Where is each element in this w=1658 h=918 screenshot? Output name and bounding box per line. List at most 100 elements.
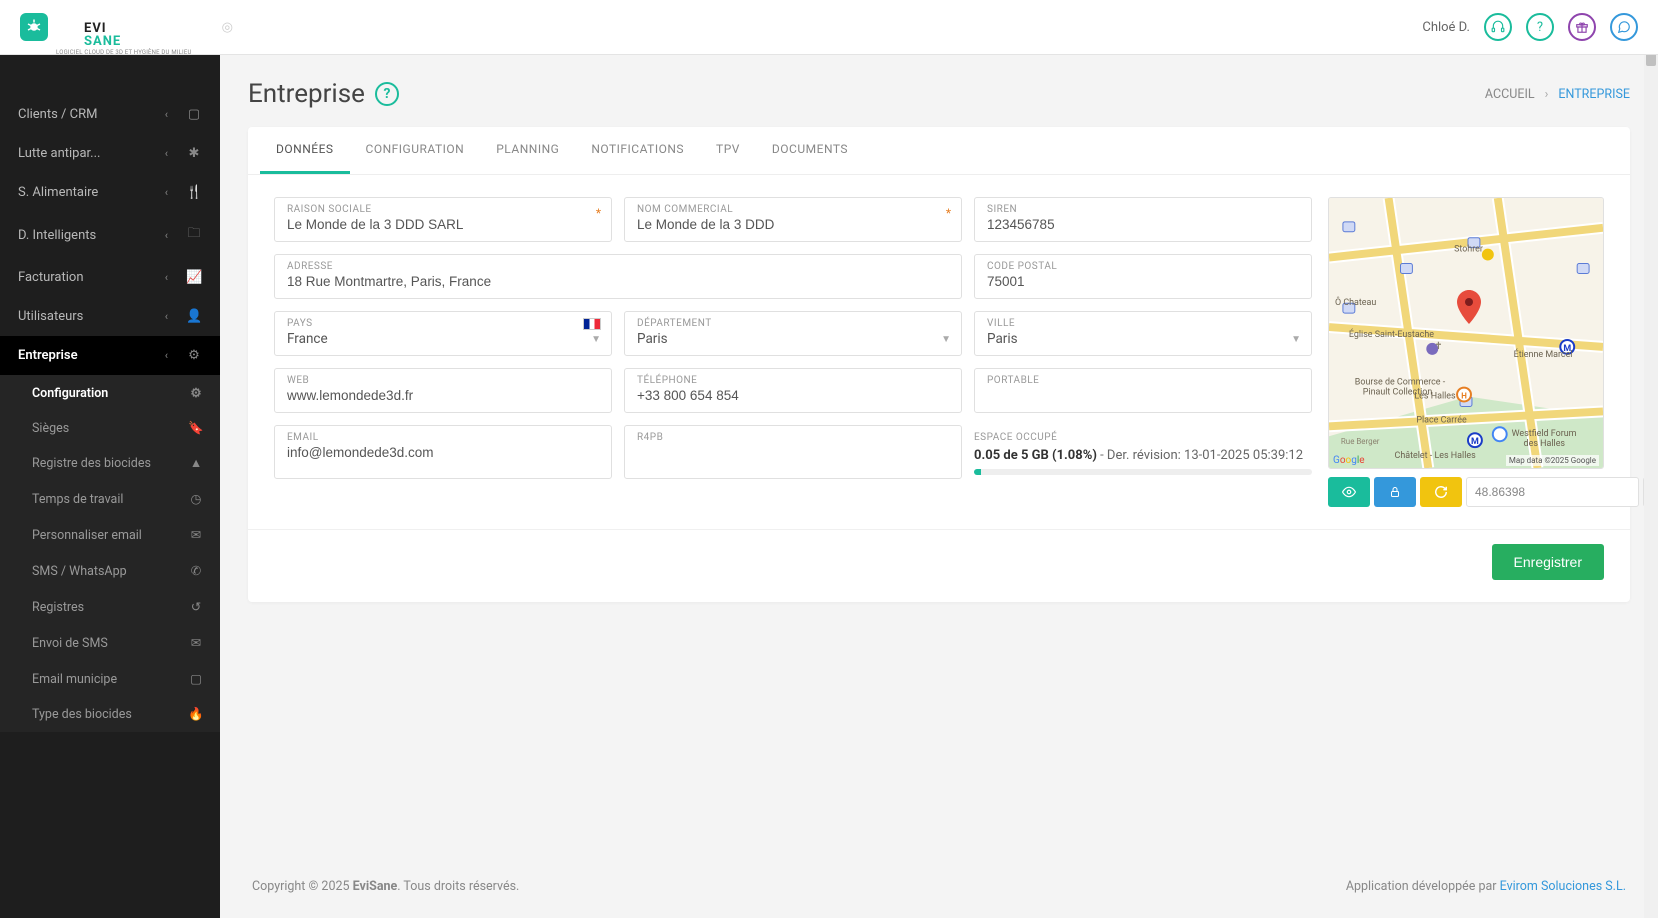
logo-text-2: SANE <box>84 35 164 48</box>
svg-text:Les Halles: Les Halles <box>1414 392 1456 402</box>
sub-envoi-sms[interactable]: Envoi de SMS✉ <box>0 625 220 661</box>
field-email[interactable]: EMAIL <box>274 425 612 479</box>
portable-input[interactable] <box>987 386 1299 403</box>
breadcrumb-home[interactable]: ACCUEIL <box>1485 87 1535 102</box>
sidebar-item-utilisateurs[interactable]: Utilisateurs‹👤 <box>0 297 220 336</box>
map-attribution: Map data ©2025 Google <box>1506 455 1599 466</box>
web-input[interactable] <box>287 386 599 403</box>
ville-select[interactable]: Paris <box>987 329 1299 347</box>
footer-link[interactable]: Evirom Soluciones S.L. <box>1500 879 1626 894</box>
progress-bar <box>974 469 1312 475</box>
chevron-right-icon: › <box>1545 87 1549 102</box>
telephone-input[interactable] <box>637 386 949 403</box>
raison-sociale-input[interactable] <box>287 215 599 232</box>
tab-donnees[interactable]: DONNÉES <box>260 127 350 174</box>
pays-select[interactable]: France <box>287 329 599 347</box>
field-web[interactable]: WEB <box>274 368 612 413</box>
field-nom-commercial[interactable]: NOM COMMERCIAL * <box>624 197 962 242</box>
chevron-left-icon: ‹ <box>165 229 168 242</box>
tab-tpv[interactable]: TPV <box>700 127 756 174</box>
map-lock-button[interactable] <box>1374 477 1416 507</box>
sidebar-item-entreprise[interactable]: Entreprise‹⚙ <box>0 336 220 375</box>
logo-subtitle: LOGICIEL CLOUD DE 3D ET HYGIÈNE DU MILIE… <box>56 50 192 56</box>
save-button[interactable]: Enregistrer <box>1492 544 1604 580</box>
code-postal-input[interactable] <box>987 272 1299 289</box>
flag-france-icon <box>583 318 601 330</box>
chat-icon[interactable] <box>1610 13 1638 41</box>
headset-icon[interactable] <box>1484 13 1512 41</box>
help-icon[interactable]: ? <box>1526 13 1554 41</box>
chart-icon: 📈 <box>186 270 202 285</box>
field-pays[interactable]: PAYS France ▼ <box>274 311 612 356</box>
logo[interactable]: EVISANE LOGICIEL CLOUD DE 3D ET HYGIÈNE … <box>20 0 192 56</box>
field-adresse[interactable]: ADRESSE <box>274 254 962 299</box>
envelope-icon: ✉ <box>188 635 204 651</box>
help-icon[interactable]: ? <box>375 82 399 106</box>
field-code-postal[interactable]: CODE POSTAL <box>974 254 1312 299</box>
id-card-icon: ▢ <box>188 671 204 687</box>
required-icon: * <box>596 206 601 220</box>
sub-sms[interactable]: SMS / WhatsApp✆ <box>0 553 220 589</box>
field-raison-sociale[interactable]: RAISON SOCIALE * <box>274 197 612 242</box>
field-siren[interactable]: SIREN <box>974 197 1312 242</box>
sidebar-toggle-icon[interactable]: ◎ <box>222 20 233 35</box>
sub-email-municipe[interactable]: Email municipe▢ <box>0 661 220 697</box>
sub-temps[interactable]: Temps de travail◷ <box>0 481 220 517</box>
chevron-left-icon: ‹ <box>165 310 168 323</box>
field-telephone[interactable]: TÉLÉPHONE <box>624 368 962 413</box>
envelope-icon: ✉ <box>188 527 204 543</box>
nom-commercial-input[interactable] <box>637 215 949 232</box>
sidebar-item-intelligents[interactable]: D. Intelligents‹🗀 <box>0 212 220 258</box>
espace-occupe: ESPACE OCCUPÉ 0.05 de 5 GB (1.08%) - Der… <box>974 425 1312 479</box>
sub-email[interactable]: Personnaliser email✉ <box>0 517 220 553</box>
topbar: EVISANE LOGICIEL CLOUD DE 3D ET HYGIÈNE … <box>0 0 1658 55</box>
svg-text:Westfield Forum: Westfield Forum <box>1512 429 1577 439</box>
utensils-icon: 🍴 <box>186 185 202 200</box>
field-portable[interactable]: PORTABLE <box>974 368 1312 413</box>
sidebar-item-facturation[interactable]: Facturation‹📈 <box>0 258 220 297</box>
scrollbar[interactable] <box>1644 0 1658 918</box>
breadcrumb: ACCUEIL › ENTREPRISE <box>1485 87 1630 102</box>
svg-text:M: M <box>1471 437 1479 447</box>
tab-notifications[interactable]: NOTIFICATIONS <box>575 127 700 174</box>
sub-biocides[interactable]: Registre des biocides▲ <box>0 446 220 481</box>
email-input[interactable] <box>287 443 599 460</box>
svg-text:Stohrer: Stohrer <box>1454 245 1483 255</box>
map-view-button[interactable] <box>1328 477 1370 507</box>
sub-configuration[interactable]: Configuration⚙ <box>0 375 220 411</box>
sidebar-item-clients[interactable]: Clients / CRM‹▢ <box>0 95 220 134</box>
r4pb-input[interactable] <box>637 443 949 460</box>
whatsapp-icon: ✆ <box>188 563 204 579</box>
field-departement[interactable]: DÉPARTEMENT Paris ▼ <box>624 311 962 356</box>
lat-input[interactable] <box>1466 477 1639 507</box>
sub-type-biocides[interactable]: Type des biocides🔥 <box>0 697 220 732</box>
sidebar-item-alimentaire[interactable]: S. Alimentaire‹🍴 <box>0 173 220 212</box>
adresse-input[interactable] <box>287 272 949 289</box>
tab-documents[interactable]: DOCUMENTS <box>756 127 864 174</box>
clock-icon: ◷ <box>188 491 204 507</box>
id-card-icon: ▢ <box>186 107 202 122</box>
tab-configuration[interactable]: CONFIGURATION <box>350 127 481 174</box>
tabs: DONNÉES CONFIGURATION PLANNING NOTIFICAT… <box>248 127 1630 175</box>
folder-icon: 🗀 <box>186 224 202 246</box>
gear-icon: ⚙ <box>186 348 202 363</box>
sidebar-submenu: Configuration⚙ Sièges🔖 Registre des bioc… <box>0 375 220 732</box>
tab-planning[interactable]: PLANNING <box>480 127 575 174</box>
page-title: Entreprise ? <box>248 79 399 109</box>
map[interactable]: M M H Église Saint-Eustache ✝ Stohrer Ô … <box>1328 197 1604 469</box>
sub-registres[interactable]: Registres↺ <box>0 589 220 625</box>
username[interactable]: Chloé D. <box>1422 20 1470 35</box>
svg-text:Église Saint-Eustache: Église Saint-Eustache <box>1349 328 1434 340</box>
bug-icon: ✱ <box>186 146 202 161</box>
map-refresh-button[interactable] <box>1420 477 1462 507</box>
user-icon: 👤 <box>186 309 202 324</box>
field-r4pb[interactable]: R4PB <box>624 425 962 479</box>
field-ville[interactable]: VILLE Paris ▼ <box>974 311 1312 356</box>
gift-icon[interactable] <box>1568 13 1596 41</box>
sidebar-item-lutte[interactable]: Lutte antipar...‹✱ <box>0 134 220 173</box>
departement-select[interactable]: Paris <box>637 329 949 347</box>
siren-input[interactable] <box>987 215 1299 232</box>
svg-text:des Halles: des Halles <box>1524 439 1566 449</box>
chevron-left-icon: ‹ <box>165 186 168 199</box>
sub-sieges[interactable]: Sièges🔖 <box>0 411 220 446</box>
